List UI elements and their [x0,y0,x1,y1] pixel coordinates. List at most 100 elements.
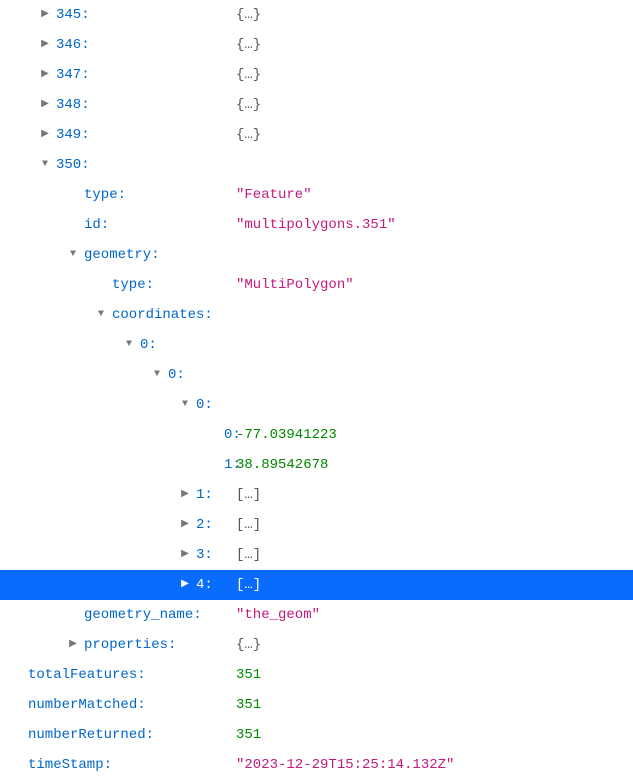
key-area: ▼0: [0,360,236,390]
key-area: totalFeatures: [0,660,236,690]
tree-row[interactable]: ▼0: [0,330,633,360]
chevron-down-icon[interactable]: ▼ [94,300,108,330]
colon: : [81,30,89,60]
chevron-right-icon[interactable]: ▶ [38,60,52,90]
key-area: ▶347: [0,60,236,90]
colon: : [104,750,112,780]
property-value: […] [236,510,261,540]
colon: : [118,180,126,210]
tree-row[interactable]: totalFeatures:351 [0,660,633,690]
property-key: 349 [56,120,81,150]
tree-row[interactable]: ▶347:{…} [0,60,633,90]
tree-row[interactable]: numberMatched:351 [0,690,633,720]
colon: : [101,210,109,240]
key-area: 1: [0,450,236,480]
key-area: ▶345: [0,0,236,30]
key-area: 0: [0,420,236,450]
property-key: type [112,270,146,300]
chevron-right-icon[interactable]: ▶ [178,570,192,600]
key-area: ▼0: [0,330,236,360]
colon: : [204,570,212,600]
colon: : [81,90,89,120]
key-area: type: [0,180,236,210]
tree-row[interactable]: ▶349:{…} [0,120,633,150]
colon: : [204,480,212,510]
property-value: {…} [236,60,261,90]
colon: : [81,150,89,180]
property-value: "the_geom" [236,600,320,630]
tree-row[interactable]: ▶3:[…] [0,540,633,570]
tree-row[interactable]: ▶348:{…} [0,90,633,120]
property-key: 3 [196,540,204,570]
tree-row[interactable]: ▶properties:{…} [0,630,633,660]
chevron-down-icon[interactable]: ▼ [66,240,80,270]
chevron-down-icon[interactable]: ▼ [178,390,192,420]
property-key: 1 [196,480,204,510]
colon: : [81,60,89,90]
property-value: {…} [236,630,261,660]
tree-row[interactable]: ▶345:{…} [0,0,633,30]
json-tree-viewer: ▶345:{…}▶346:{…}▶347:{…}▶348:{…}▶349:{…}… [0,0,633,780]
tree-row[interactable]: type:"Feature" [0,180,633,210]
colon: : [81,0,89,30]
property-key: geometry_name [84,600,193,630]
key-area: ▼geometry: [0,240,236,270]
colon: : [148,330,156,360]
tree-row[interactable]: ▼0: [0,390,633,420]
tree-row[interactable]: timeStamp:"2023-12-29T15:25:14.132Z" [0,750,633,780]
tree-row[interactable]: ▼geometry: [0,240,633,270]
chevron-right-icon[interactable]: ▶ [38,120,52,150]
colon: : [204,390,212,420]
chevron-right-icon[interactable]: ▶ [38,90,52,120]
tree-row[interactable]: ▶4:[…] [0,570,633,600]
key-area: ▼coordinates: [0,300,236,330]
key-area: ▼350: [0,150,236,180]
chevron-right-icon[interactable]: ▶ [178,510,192,540]
chevron-right-icon[interactable]: ▶ [178,540,192,570]
key-area: ▶346: [0,30,236,60]
tree-row[interactable]: ▶2:[…] [0,510,633,540]
tree-row[interactable]: numberReturned:351 [0,720,633,750]
property-key: coordinates [112,300,204,330]
property-key: 0 [196,390,204,420]
property-key: numberMatched [28,690,137,720]
key-area: ▶4: [0,570,236,600]
tree-row[interactable]: geometry_name:"the_geom" [0,600,633,630]
property-key: type [84,180,118,210]
chevron-down-icon[interactable]: ▼ [150,360,164,390]
tree-row[interactable]: ▼coordinates: [0,300,633,330]
key-area: ▶3: [0,540,236,570]
key-area: ▶348: [0,90,236,120]
property-value: "2023-12-29T15:25:14.132Z" [236,750,454,780]
property-value: 38.89542678 [236,450,328,480]
colon: : [151,240,159,270]
chevron-right-icon[interactable]: ▶ [38,0,52,30]
property-key: 2 [196,510,204,540]
property-key: numberReturned [28,720,146,750]
key-area: id: [0,210,236,240]
property-key: 347 [56,60,81,90]
tree-row[interactable]: 0:-77.03941223 [0,420,633,450]
colon: : [204,540,212,570]
tree-row[interactable]: ▶346:{…} [0,30,633,60]
tree-row[interactable]: id:"multipolygons.351" [0,210,633,240]
tree-row[interactable]: type:"MultiPolygon" [0,270,633,300]
chevron-right-icon[interactable]: ▶ [38,30,52,60]
colon: : [137,660,145,690]
key-area: geometry_name: [0,600,236,630]
property-key: 346 [56,30,81,60]
property-key: totalFeatures [28,660,137,690]
chevron-down-icon[interactable]: ▼ [122,330,136,360]
tree-row[interactable]: ▼0: [0,360,633,390]
property-value: "Feature" [236,180,312,210]
chevron-right-icon[interactable]: ▶ [66,630,80,660]
chevron-down-icon[interactable]: ▼ [38,150,52,180]
tree-row[interactable]: ▼350: [0,150,633,180]
property-key: 1 [224,450,232,480]
colon: : [168,630,176,660]
chevron-right-icon[interactable]: ▶ [178,480,192,510]
tree-row[interactable]: ▶1:[…] [0,480,633,510]
tree-row[interactable]: 1:38.89542678 [0,450,633,480]
key-area: ▶properties: [0,630,236,660]
colon: : [137,690,145,720]
